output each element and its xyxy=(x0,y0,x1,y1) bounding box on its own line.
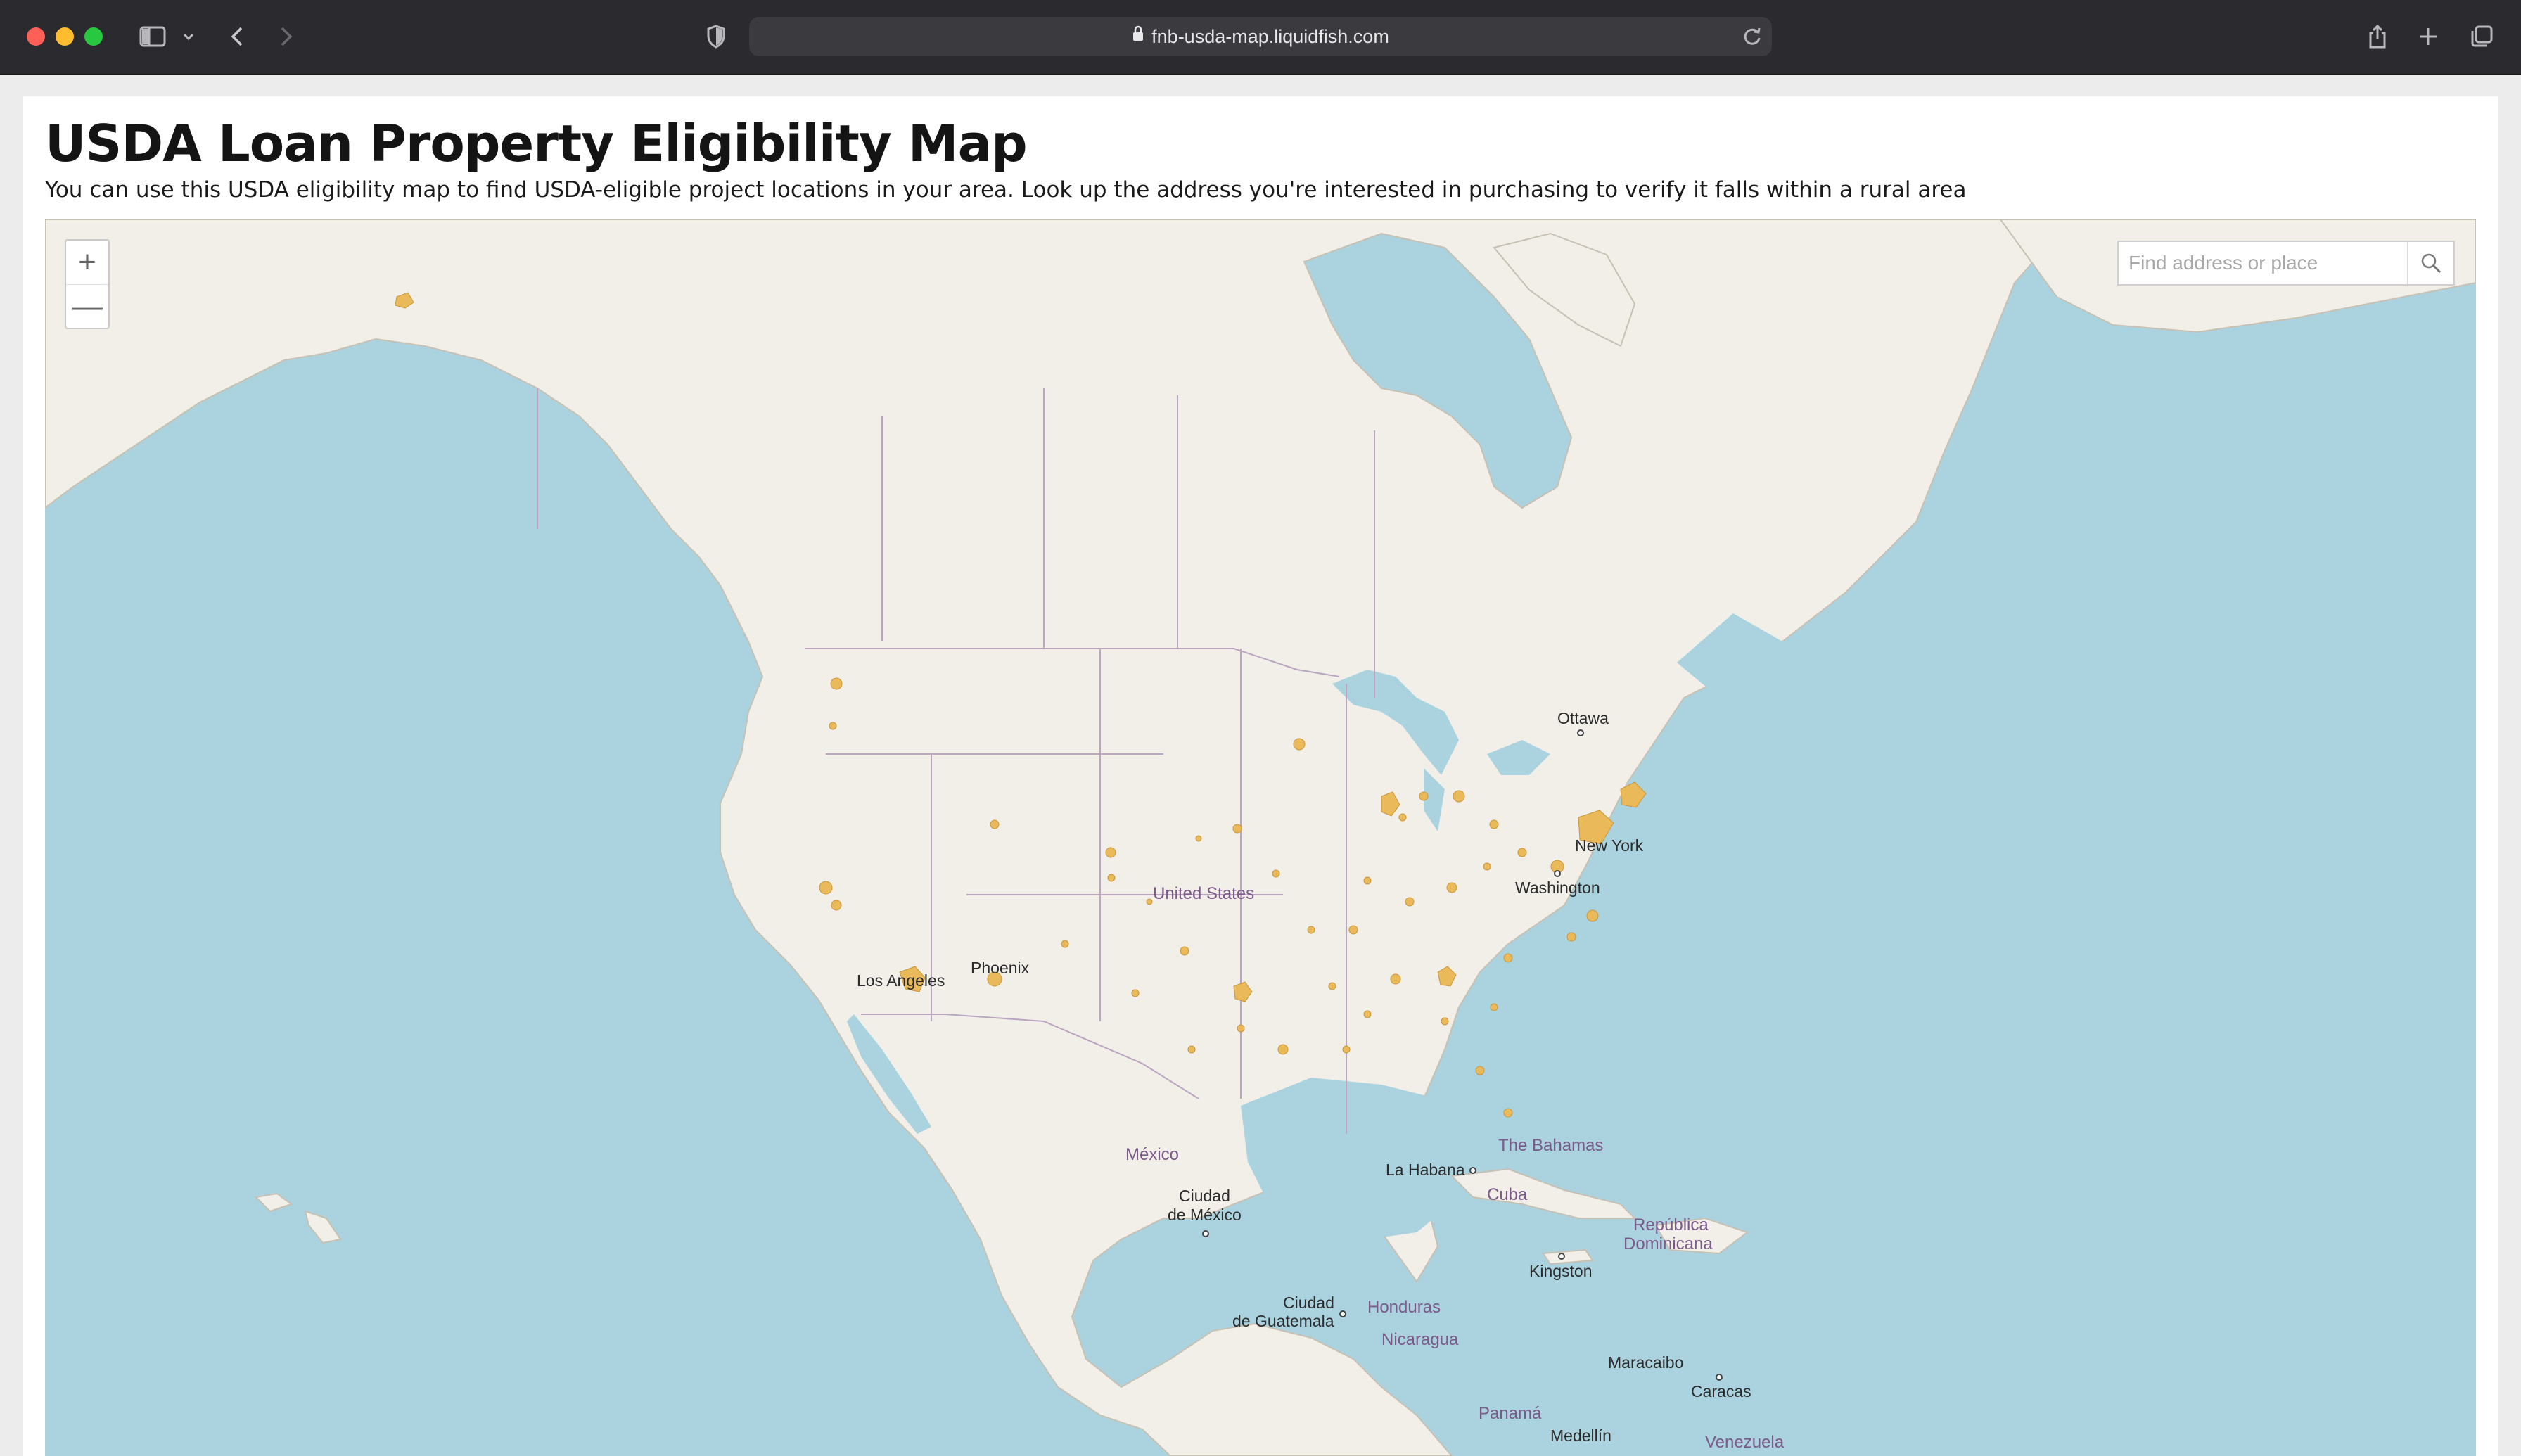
reload-icon[interactable] xyxy=(1741,25,1763,51)
label-ciudad-mexico-2: de México xyxy=(1168,1206,1242,1224)
label-kingston: Kingston xyxy=(1529,1262,1593,1280)
label-ciudad-mexico-1: Ciudad xyxy=(1179,1187,1230,1205)
label-nicaragua: Nicaragua xyxy=(1381,1330,1459,1349)
label-the-bahamas: The Bahamas xyxy=(1498,1136,1603,1155)
url-text: fnb-usda-map.liquidfish.com xyxy=(1151,26,1389,47)
map-search xyxy=(2117,241,2455,286)
label-los-angeles: Los Angeles xyxy=(857,971,945,990)
browser-toolbar: fnb-usda-map.liquidfish.com xyxy=(0,0,2521,75)
hawaii-islands xyxy=(254,1192,342,1244)
tab-overview-icon[interactable] xyxy=(2468,20,2496,53)
label-la-habana: La Habana xyxy=(1386,1161,1465,1179)
eligibility-map[interactable]: Ottawa New York Washington United States… xyxy=(45,219,2476,1456)
label-venezuela: Venezuela xyxy=(1705,1433,1785,1452)
sidebar-toggle-icon[interactable] xyxy=(135,20,170,53)
share-icon[interactable] xyxy=(2365,20,2390,53)
minimize-window-button[interactable] xyxy=(56,27,74,46)
search-icon xyxy=(2421,253,2442,274)
label-united-states: United States xyxy=(1153,884,1254,903)
label-phoenix: Phoenix xyxy=(971,959,1030,977)
zoom-window-button[interactable] xyxy=(84,27,103,46)
forward-arrow-icon[interactable] xyxy=(274,20,298,53)
lock-icon xyxy=(1132,16,1144,56)
cuba-island xyxy=(1450,1168,1637,1219)
gulf-of-mexico xyxy=(1241,1078,1466,1239)
back-arrow-icon[interactable] xyxy=(225,20,249,53)
label-republica-2: Dominicana xyxy=(1623,1234,1713,1253)
label-ciudad-guatemala-1: Ciudad xyxy=(1283,1294,1334,1312)
label-new-york: New York xyxy=(1575,836,1644,855)
label-honduras: Honduras xyxy=(1367,1298,1441,1317)
page-title: USDA Loan Property Eligibility Map xyxy=(45,114,1028,173)
label-ciudad-guatemala-2: de Guatemala xyxy=(1232,1312,1334,1330)
label-medellin: Medellín xyxy=(1550,1426,1611,1445)
page-subtitle: You can use this USDA eligibility map to… xyxy=(45,177,1967,203)
north-america-land xyxy=(45,219,2476,1456)
search-input[interactable] xyxy=(2119,242,2407,284)
zoom-control: + — xyxy=(65,239,110,329)
search-button[interactable] xyxy=(2407,242,2453,284)
chevron-down-icon[interactable] xyxy=(180,20,197,53)
zoom-out-button[interactable]: — xyxy=(66,284,108,328)
new-tab-icon[interactable] xyxy=(2415,20,2441,53)
label-panama: Panamá xyxy=(1479,1404,1542,1423)
label-ottawa: Ottawa xyxy=(1557,709,1609,727)
address-bar[interactable]: fnb-usda-map.liquidfish.com xyxy=(749,17,1772,56)
close-window-button[interactable] xyxy=(27,27,45,46)
privacy-shield-icon[interactable] xyxy=(703,20,729,53)
label-washington: Washington xyxy=(1515,879,1600,897)
zoom-in-button[interactable]: + xyxy=(66,241,108,284)
label-maracaibo: Maracaibo xyxy=(1608,1353,1683,1372)
map-basemap[interactable]: Ottawa New York Washington United States… xyxy=(45,219,2476,1456)
label-caracas: Caracas xyxy=(1691,1382,1751,1400)
label-cuba: Cuba xyxy=(1487,1185,1528,1204)
label-mexico: México xyxy=(1125,1145,1179,1164)
label-republica-1: República xyxy=(1633,1215,1709,1234)
